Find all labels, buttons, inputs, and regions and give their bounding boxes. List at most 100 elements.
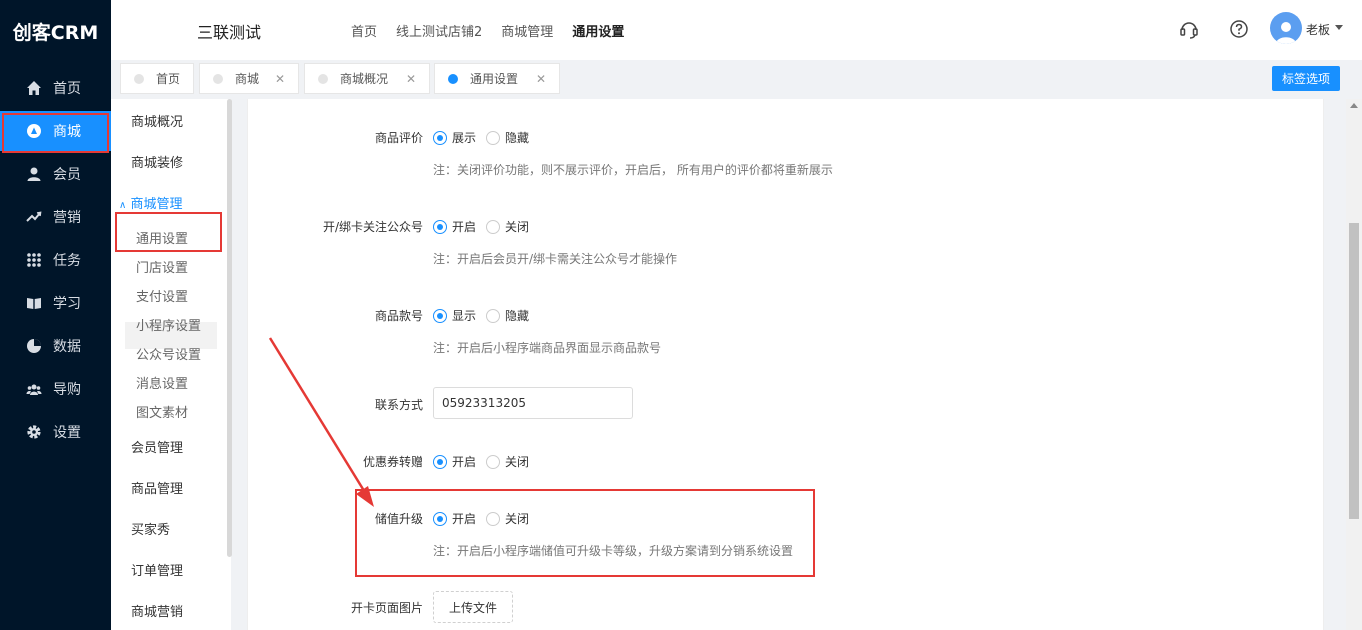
radio-unchecked-icon — [486, 219, 500, 234]
tab-shop-overview[interactable]: 商城概况 ✕ — [304, 63, 430, 94]
contact-input[interactable] — [433, 387, 633, 419]
subnav-shop-decor[interactable]: 商城装修 — [131, 152, 183, 171]
nav-item-data[interactable]: 数据 — [0, 326, 111, 366]
nav-item-member[interactable]: 会员 — [0, 154, 111, 194]
nav-label: 营销 — [53, 210, 81, 226]
subnav-buyer-show[interactable]: 买家秀 — [131, 519, 170, 538]
breadcrumb: 首页 线上测试店铺2 商城管理 通用设置 — [351, 21, 643, 40]
review-show-radio[interactable]: 展示 — [433, 129, 476, 146]
radio-label: 隐藏 — [505, 309, 530, 323]
highlight-box-shop — [2, 113, 109, 153]
tag-options-button[interactable]: 标签选项 — [1272, 66, 1340, 91]
nav-label: 首页 — [53, 81, 81, 97]
topnav-store[interactable]: 线上测试店铺2 — [396, 21, 482, 40]
home-icon — [25, 79, 43, 97]
follow-label: 开/绑卡关注公众号 — [322, 220, 423, 234]
radio-checked-icon — [433, 308, 447, 323]
review-hide-radio[interactable]: 隐藏 — [486, 129, 529, 146]
tab-dot-icon — [448, 73, 458, 84]
help-icon[interactable] — [1228, 18, 1250, 40]
topnav-general-settings[interactable]: 通用设置 — [572, 21, 624, 40]
tab-label: 商城概况 — [340, 72, 389, 86]
nav-item-settings[interactable]: 设置 — [0, 412, 111, 452]
caret-down-icon[interactable] — [1335, 25, 1343, 30]
sku-hide-radio[interactable]: 隐藏 — [486, 307, 529, 324]
coupon-on-radio[interactable]: 开启 — [433, 453, 476, 470]
tab-dot-icon — [134, 73, 144, 84]
tab-general-settings[interactable]: 通用设置 ✕ — [434, 63, 560, 94]
contact-label: 联系方式 — [374, 398, 423, 412]
radio-label: 隐藏 — [505, 131, 530, 145]
sku-label: 商品款号 — [374, 309, 423, 323]
coupon-label: 优惠券转赠 — [362, 455, 423, 469]
user-name[interactable]: 老板 — [1306, 21, 1330, 38]
close-icon[interactable]: ✕ — [536, 72, 546, 86]
close-icon[interactable]: ✕ — [275, 72, 285, 86]
topnav-home[interactable]: 首页 — [351, 21, 377, 40]
subnav-shop-overview[interactable]: 商城概况 — [131, 111, 183, 130]
subnav-message-settings[interactable]: 消息设置 — [136, 373, 188, 392]
app-logo: 创客CRM — [12, 22, 99, 44]
radio-label: 开启 — [452, 220, 477, 234]
subnav-miniapp-settings[interactable]: 小程序设置 — [136, 315, 201, 334]
nav-label: 设置 — [53, 425, 81, 441]
sku-show-radio[interactable]: 显示 — [433, 307, 476, 324]
chevron-up-icon: ∧ — [119, 200, 127, 211]
radio-label: 关闭 — [505, 220, 530, 234]
radio-unchecked-icon — [486, 130, 500, 145]
subnav-media[interactable]: 图文素材 — [136, 402, 188, 421]
tab-home[interactable]: 首页 — [120, 63, 194, 94]
subnav-member-manage[interactable]: 会员管理 — [131, 437, 183, 456]
cardimg-label: 开卡页面图片 — [350, 601, 423, 615]
highlight-box-upgrade — [355, 489, 815, 577]
top-header: 三联测试 首页 线上测试店铺2 商城管理 通用设置 老板 — [111, 0, 1362, 60]
subnav-wechat-settings[interactable]: 公众号设置 — [136, 344, 201, 363]
nav-label: 数据 — [53, 339, 81, 355]
nav-item-home[interactable]: 首页 — [0, 68, 111, 108]
review-note: 注：关闭评价功能，则不展示评价，开启后， 所有用户的评价都将重新展示 — [433, 163, 833, 177]
radio-checked-icon — [433, 219, 447, 234]
page-scrollbar[interactable] — [1346, 99, 1362, 630]
subnav-goods-manage[interactable]: 商品管理 — [131, 478, 183, 497]
subnav-store-settings[interactable]: 门店设置 — [136, 257, 188, 276]
scroll-up-icon[interactable] — [1350, 103, 1358, 108]
tab-dot-icon — [213, 73, 223, 84]
nav-item-task[interactable]: 任务 — [0, 240, 111, 280]
gear-icon — [25, 423, 43, 441]
radio-unchecked-icon — [486, 308, 500, 323]
tab-label: 通用设置 — [470, 72, 519, 86]
nav-item-study[interactable]: 学习 — [0, 283, 111, 323]
grid-icon — [25, 251, 43, 269]
nav-item-guide[interactable]: 导购 — [0, 369, 111, 409]
nav-label: 任务 — [53, 253, 81, 269]
radio-label: 显示 — [452, 309, 477, 323]
shop-name: 三联测试 — [197, 23, 262, 42]
tab-label: 首页 — [156, 72, 181, 86]
follow-on-radio[interactable]: 开启 — [433, 218, 476, 235]
subnav-pay-settings[interactable]: 支付设置 — [136, 286, 188, 305]
nav-label: 学习 — [53, 296, 81, 312]
subnav-order-manage[interactable]: 订单管理 — [131, 560, 183, 579]
nav-label: 会员 — [53, 167, 81, 183]
follow-note: 注：开启后会员开/绑卡需关注公众号才能操作 — [433, 252, 678, 266]
nav-item-marketing[interactable]: 营销 — [0, 197, 111, 237]
subnav-mall-marketing[interactable]: 商城营销 — [131, 601, 183, 620]
upload-button[interactable]: 上传文件 — [433, 591, 513, 623]
headset-icon[interactable] — [1178, 18, 1200, 40]
pie-icon — [25, 337, 43, 355]
user-icon — [25, 165, 43, 183]
radio-checked-icon — [433, 454, 447, 469]
radio-label: 展示 — [452, 131, 477, 145]
book-icon — [25, 294, 43, 312]
avatar[interactable] — [1270, 12, 1302, 44]
nav-label: 导购 — [53, 382, 81, 398]
subnav-group-mall-manage[interactable]: ∧ 商城管理 — [119, 193, 182, 212]
scroll-thumb[interactable] — [1349, 223, 1359, 519]
sub-nav: 商城概况 商城装修 ∧ 商城管理 通用设置 门店设置 支付设置 小程序设置 公众… — [111, 99, 231, 630]
tabs-bar: 首页 商城 ✕ 商城概况 ✕ 通用设置 ✕ 标签选项 — [111, 60, 1362, 99]
close-icon[interactable]: ✕ — [406, 72, 416, 86]
coupon-off-radio[interactable]: 关闭 — [486, 453, 529, 470]
tab-shop[interactable]: 商城 ✕ — [199, 63, 299, 94]
topnav-mall-manage[interactable]: 商城管理 — [501, 21, 553, 40]
follow-off-radio[interactable]: 关闭 — [486, 218, 529, 235]
